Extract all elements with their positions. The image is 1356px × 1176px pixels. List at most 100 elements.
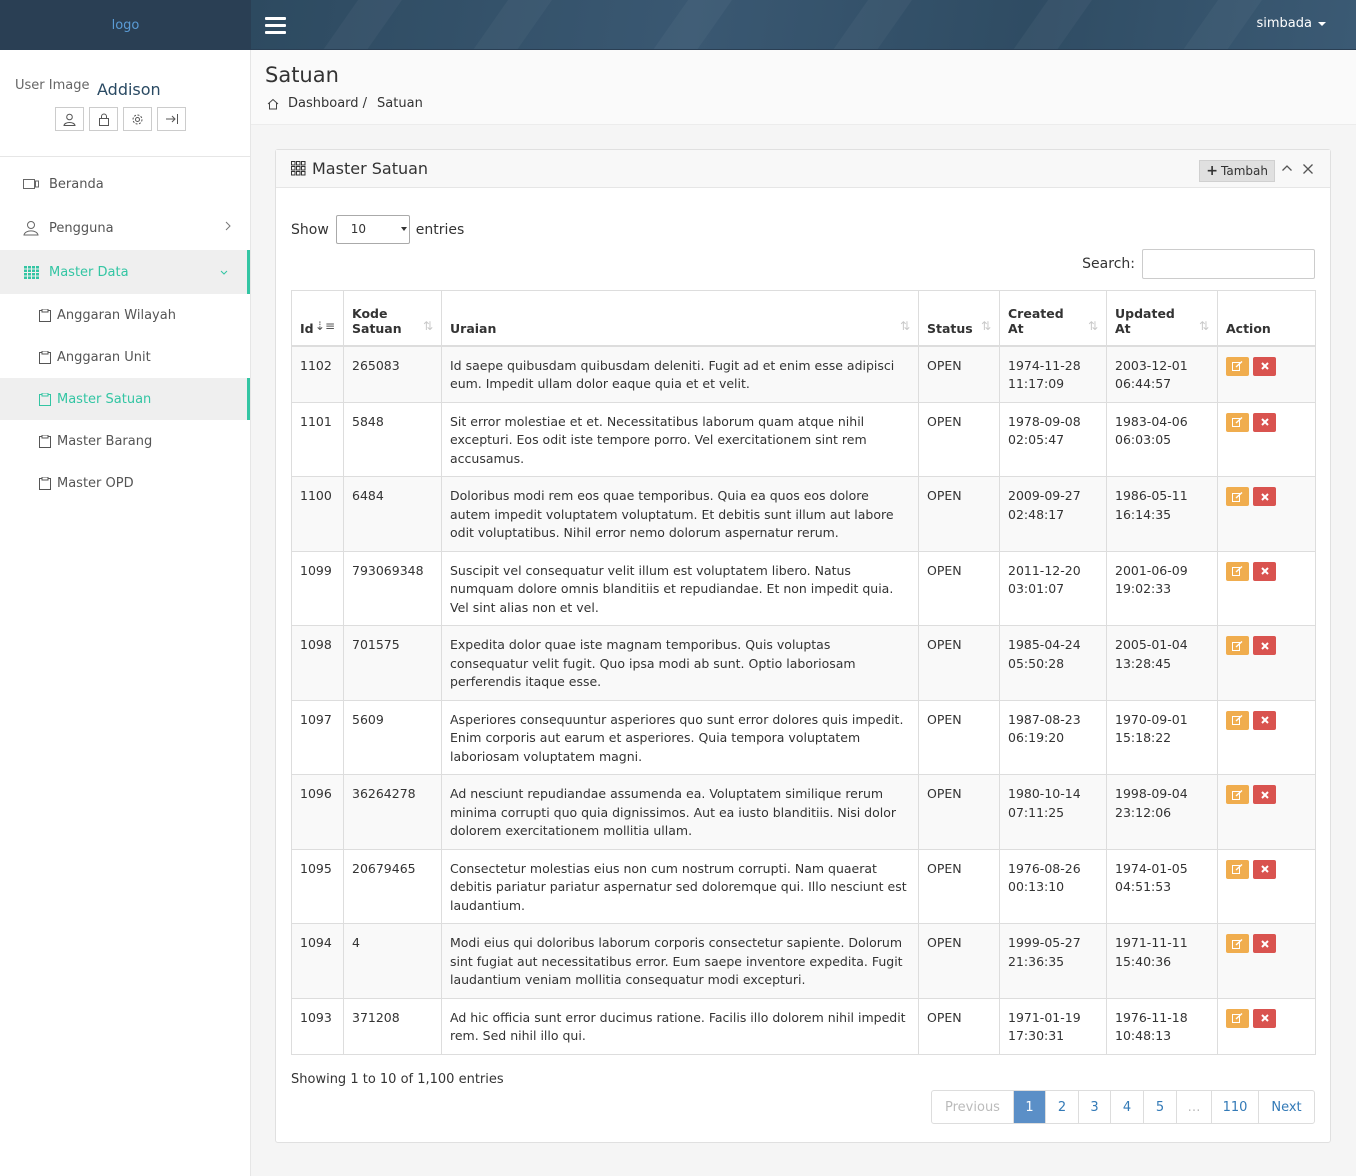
sort-icon: ⇅: [899, 318, 910, 333]
sidebar-subitem-anggaran-unit[interactable]: Anggaran Unit: [0, 336, 250, 378]
edit-button[interactable]: [1226, 487, 1249, 506]
cell-status: OPEN: [918, 923, 1000, 999]
delete-button[interactable]: [1253, 934, 1276, 953]
delete-button[interactable]: [1253, 785, 1276, 804]
cell-uraian: Id saepe quibusdam quibusdam deleniti. F…: [441, 345, 919, 403]
chevron-up-icon[interactable]: [1281, 163, 1293, 173]
sidebar-item-label: Pengguna: [49, 220, 114, 236]
brand[interactable]: logo: [0, 0, 251, 50]
sidebar-subitem-label: Master Satuan: [57, 391, 152, 407]
cell-id: 1102: [291, 345, 344, 403]
sidebar-subitem-master-satuan[interactable]: Master Satuan: [0, 378, 250, 420]
cell-id: 1097: [291, 699, 344, 775]
page-2[interactable]: 2: [1045, 1091, 1078, 1123]
cell-updated-at: 2003-12-01 06:44:57: [1106, 345, 1218, 403]
edit-button[interactable]: [1226, 785, 1249, 804]
column-header-uraian[interactable]: Uraian ⇅: [441, 290, 919, 347]
page-4[interactable]: 4: [1110, 1091, 1143, 1123]
sort-icon: ⇣≡: [314, 318, 335, 333]
sidebar-subitem-master-opd[interactable]: Master OPD: [0, 462, 250, 504]
delete-button[interactable]: [1253, 710, 1276, 730]
sort-icon: ⇅: [1087, 318, 1098, 333]
settings-button[interactable]: [123, 107, 152, 131]
search-input[interactable]: [1142, 249, 1315, 279]
breadcrumb-dashboard[interactable]: Dashboard /: [288, 96, 367, 111]
menu-icon[interactable]: [265, 17, 286, 34]
edit-button[interactable]: [1226, 412, 1249, 432]
cell-created-at: 1974-11-28 11:17:09: [999, 345, 1107, 403]
cell-updated-at: 1998-09-04 23:12:06: [1106, 774, 1218, 850]
page-1[interactable]: 1: [1013, 1091, 1045, 1123]
page-5[interactable]: 5: [1143, 1091, 1176, 1123]
sidebar-subitem-master-barang[interactable]: Master Barang: [0, 420, 250, 462]
sidebar-subitem-anggaran-wilayah[interactable]: Anggaran Wilayah: [0, 294, 250, 336]
breadcrumb: Dashboard / Satuan: [267, 96, 423, 111]
edit-button[interactable]: [1226, 636, 1249, 655]
delete-button[interactable]: [1253, 356, 1276, 376]
table-header-row: Id ⇣≡ Kode Satuan ⇅ Uraian ⇅ Status ⇅ Created…: [291, 290, 1316, 347]
delete-button[interactable]: [1253, 859, 1276, 879]
user-menu-label[interactable]: simbada: [1257, 16, 1313, 31]
cell-id: 1100: [291, 476, 344, 552]
close-icon[interactable]: [1302, 163, 1314, 175]
column-header-status[interactable]: Status ⇅: [918, 290, 1000, 347]
edit-button[interactable]: [1226, 1008, 1249, 1028]
delete-icon: [1260, 492, 1269, 501]
sidebar-item-label: Beranda: [49, 176, 104, 192]
edit-icon: [1232, 789, 1243, 800]
add-button[interactable]: + Tambah: [1199, 160, 1275, 182]
edit-button[interactable]: [1226, 356, 1249, 376]
lock-button[interactable]: [89, 107, 118, 131]
page-next[interactable]: Next: [1258, 1091, 1314, 1123]
panel-header: Master Satuan + Tambah: [276, 150, 1330, 188]
sidebar-item-master-data[interactable]: Master Data: [0, 250, 250, 294]
home-icon[interactable]: [267, 98, 279, 110]
cell-id: 1094: [291, 923, 344, 999]
table-row: 1102 265083 Id saepe quibusdam quibusdam d…: [291, 345, 1316, 403]
delete-button[interactable]: [1253, 636, 1276, 655]
sidebar-item-beranda[interactable]: Beranda: [0, 162, 250, 206]
delete-button[interactable]: [1253, 561, 1276, 581]
column-header-kode-satuan[interactable]: Kode Satuan ⇅: [343, 290, 442, 347]
master-satuan-panel: Master Satuan + Tambah Show 10 entries Se…: [275, 149, 1331, 1143]
cell-uraian: Sit error molestiae et et. Necessitatibu…: [441, 401, 919, 477]
edit-button[interactable]: [1226, 859, 1249, 879]
user-menu[interactable]: simbada: [1257, 16, 1326, 31]
user-profile: User Image Addison: [0, 50, 250, 157]
delete-icon: [1260, 865, 1269, 873]
cell-uraian: Suscipit vel consequatur velit illum est…: [441, 550, 919, 626]
sort-icon: ⇅: [980, 318, 991, 333]
column-header-updated-at[interactable]: Updated At ⇅: [1106, 290, 1218, 347]
page-length-select[interactable]: 10: [335, 215, 410, 244]
page-3[interactable]: 3: [1078, 1091, 1110, 1123]
caret-down-icon: [1318, 21, 1326, 26]
column-header-created-at[interactable]: Created At ⇅: [999, 290, 1107, 347]
delete-icon: [1260, 1014, 1269, 1022]
logo[interactable]: logo: [112, 18, 140, 33]
edit-button[interactable]: [1226, 710, 1249, 730]
gear-icon: [132, 114, 143, 124]
sidebar-item-pengguna[interactable]: Pengguna: [0, 206, 250, 250]
column-header-id[interactable]: Id ⇣≡: [291, 290, 344, 347]
cell-id: 1101: [291, 401, 344, 477]
page-110[interactable]: 110: [1211, 1091, 1258, 1123]
edit-button[interactable]: [1226, 561, 1249, 581]
delete-button[interactable]: [1253, 412, 1276, 432]
cell-kode: 20679465: [343, 848, 442, 924]
cell-updated-at: 1986-05-11 16:14:35: [1106, 476, 1218, 552]
cell-id: 1093: [291, 997, 344, 1055]
cell-uraian: Ad hic officia sunt error ducimus ration…: [441, 997, 919, 1055]
cell-action: [1217, 476, 1316, 552]
delete-button[interactable]: [1253, 1008, 1276, 1028]
edit-icon: [1232, 1013, 1243, 1023]
cell-created-at: 2011-12-20 03:01:07: [999, 550, 1107, 626]
edit-button[interactable]: [1226, 934, 1249, 953]
edit-icon: [1232, 715, 1243, 725]
breadcrumb-current: Satuan: [377, 96, 423, 111]
grid-icon: [22, 265, 40, 279]
profile-button[interactable]: [55, 107, 84, 131]
logout-button[interactable]: [157, 107, 186, 131]
page-previous[interactable]: Previous: [932, 1091, 1013, 1123]
delete-button[interactable]: [1253, 487, 1276, 506]
edit-icon: [1232, 417, 1243, 427]
